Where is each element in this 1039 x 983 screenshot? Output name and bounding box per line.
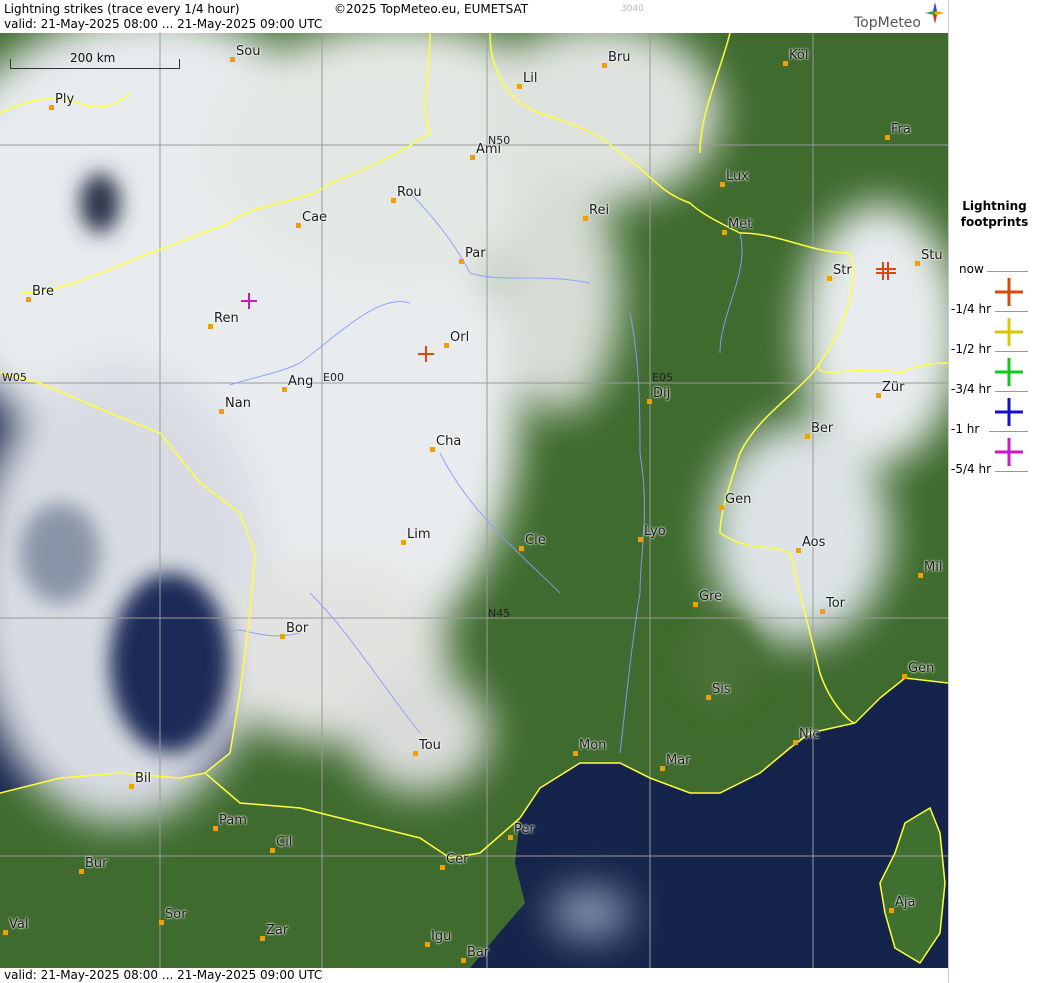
copyright-text: ©2025 TopMeteo.eu, EUMETSAT [334,2,529,16]
scale-bar-label: 200 km [70,51,116,65]
city-label: Bor [286,621,309,636]
city-label: Ren [214,311,239,326]
map-header: Lightning strikes (trace every 1/4 hour)… [0,0,948,33]
city-label: Cae [302,210,328,225]
city-label: Rou [397,185,422,200]
brand-compass-icon [925,2,945,24]
yellow-cross-icon [995,318,1023,346]
city-label: Bur [85,856,108,871]
lightning-strike-orange [418,346,434,362]
city-label: Per [514,822,535,837]
satellite-image [0,33,948,968]
city-label: Str [833,263,852,278]
legend-divider [995,351,1028,352]
map-code: 3040 [621,4,644,14]
city-label: Mil [924,560,943,575]
city-label: Zar [266,923,289,938]
city-label: Igu [431,929,452,944]
city-label: Nic [799,727,820,742]
legend-item-one-hour: -1 hr [949,396,1039,436]
legend-divider [995,391,1028,392]
city-label: Cle [525,533,546,548]
grid-label-e05: E05 [652,371,673,384]
city-label: Fra [891,122,911,137]
city-label: Köl [789,48,809,63]
city-label: Gen [725,492,752,507]
legend-item-five-quarter-hour: -5/4 hr [949,436,1039,476]
city-label: Tor [826,596,846,611]
map-title: Lightning strikes (trace every 1/4 hour) [4,2,240,16]
legend-divider [987,271,1028,272]
legend-label: -3/4 hr [951,382,991,396]
legend-item-quarter-hour: -1/4 hr [949,276,1039,316]
grid-label-w05: W05 [2,371,27,384]
legend-label: -1/2 hr [951,342,991,356]
lightning-strike-magenta [241,293,257,309]
magenta-cross-icon [995,438,1023,466]
city-label: Mon [579,738,607,753]
city-label: Bar [467,945,490,960]
city-label: Stu [921,248,943,263]
city-label: Nan [225,396,251,411]
legend-divider [995,311,1028,312]
city-label: Cer [446,852,469,867]
city-label: Aos [802,535,826,550]
city-label: Pam [219,813,247,828]
legend-title-line1: Lightning [962,199,1027,213]
validity-text: valid: 21-May-2025 08:00 ... 21-May-2025… [4,17,323,31]
city-label: Ber [811,421,834,436]
legend-title: Lightning footprints [949,198,1039,230]
city-label: Sor [165,907,187,922]
lightning-strike-orange-cluster [876,262,896,280]
city-label: Cil [276,835,293,850]
city-label: Par [465,246,486,261]
city-label: Bre [32,284,54,299]
city-label: Mar [666,753,691,768]
city-label: Bru [608,50,631,65]
legend-label: now [959,262,984,276]
legend-item-half-hour: -1/2 hr [949,316,1039,356]
city-label: Val [9,917,29,932]
legend-item-three-quarter-hour: -3/4 hr [949,356,1039,396]
city-label: Rei [589,203,610,218]
brand-name: TopMeteo [854,15,921,31]
footer-validity-text: valid: 21-May-2025 08:00 ... 21-May-2025… [4,968,323,982]
city-label: Ply [55,92,75,107]
city-label: Sou [236,44,261,59]
city-label: Ang [288,374,314,389]
map-footer: valid: 21-May-2025 08:00 ... 21-May-2025… [0,968,948,983]
legend-label: -1 hr [951,422,980,436]
city-label: Lim [407,527,431,542]
city-label: Lux [726,169,749,184]
city-label: Bil [135,771,152,786]
legend-divider [995,471,1028,472]
city-label: Gen [908,661,935,676]
legend-title-line2: footprints [960,215,1029,229]
legend-label: -5/4 hr [951,462,991,476]
city-label: Zür [882,380,905,395]
city-label: Gre [699,589,723,604]
city-label: Ami [476,142,502,157]
city-label: Sis [712,682,731,697]
city-label: Lil [523,71,538,86]
legend-label: -1/4 hr [951,302,991,316]
city-label: Aja [895,895,916,910]
legend-divider [989,431,1028,432]
grid-label-e00: E00 [323,371,344,384]
scale-bar: 200 km [10,51,180,69]
city-label: Dij [653,386,671,401]
city-label: Lyo [644,524,666,539]
lightning-legend: Lightning footprints now -1/4 hr -1/2 hr… [948,0,1039,983]
blue-cross-icon [995,398,1023,426]
city-label: Cha [436,434,462,449]
city-label: Orl [450,330,470,345]
city-label: Tou [419,738,441,753]
grid-label-n45: N45 [488,607,511,620]
green-cross-icon [995,358,1023,386]
satellite-map[interactable]: N50 N45 W05 E00 E05 200 km Sou Ply Lil B… [0,33,948,968]
city-label: Met [728,217,753,232]
orange-cross-icon [995,278,1023,306]
